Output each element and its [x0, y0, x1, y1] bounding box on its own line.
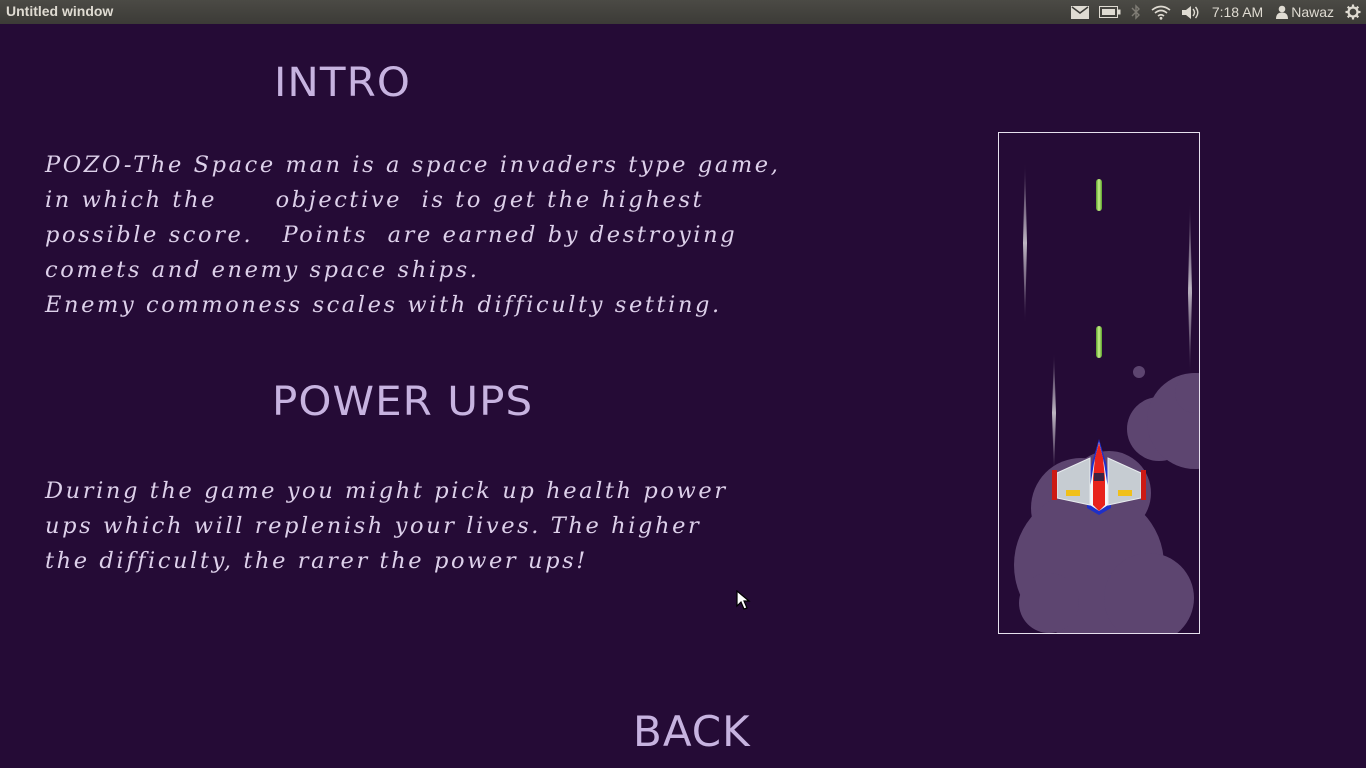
- intro-line: possible score. Points are earned by des…: [45, 222, 738, 248]
- user-name: Nawaz: [1291, 4, 1334, 20]
- intro-text: POZO-The Space man is a space invaders t…: [45, 148, 780, 323]
- system-indicators: 7:18 AM Nawaz: [1066, 0, 1366, 24]
- wifi-icon[interactable]: [1151, 0, 1171, 24]
- laser-bolts: [1096, 179, 1102, 358]
- battery-icon[interactable]: [1098, 0, 1121, 24]
- power-ups-heading: POWER UPS: [272, 379, 534, 425]
- user-menu[interactable]: Nawaz: [1276, 0, 1334, 24]
- back-button[interactable]: BACK: [633, 707, 751, 756]
- clock[interactable]: 7:18 AM: [1212, 0, 1263, 24]
- intro-line: Enemy commoness scales with difficulty s…: [45, 292, 722, 318]
- power-ups-line: ups which will replenish your lives. The…: [45, 513, 702, 539]
- game-instructions-screen: INTRO POZO-The Space man is a space inva…: [0, 24, 1366, 768]
- power-ups-line: the difficulty, the rarer the power ups!: [45, 548, 588, 574]
- intro-line: in which the objective is to get the hig…: [45, 187, 705, 213]
- power-ups-text: During the game you might pick up health…: [45, 474, 728, 579]
- mail-icon[interactable]: [1070, 0, 1089, 24]
- system-top-panel: Untitled window 7:18 AM Nawaz: [0, 0, 1366, 24]
- bluetooth-icon[interactable]: [1131, 0, 1141, 24]
- volume-icon[interactable]: [1181, 0, 1201, 24]
- settings-gear-icon[interactable]: [1345, 0, 1361, 24]
- intro-heading: INTRO: [274, 60, 411, 106]
- gameplay-preview: [998, 132, 1200, 634]
- mouse-pointer-icon: [736, 589, 752, 614]
- intro-line: comets and enemy space ships.: [45, 257, 480, 283]
- window-title: Untitled window: [6, 3, 114, 19]
- intro-line: POZO-The Space man is a space invaders t…: [45, 152, 781, 178]
- power-ups-line: During the game you might pick up health…: [45, 478, 728, 504]
- user-icon: [1276, 5, 1289, 19]
